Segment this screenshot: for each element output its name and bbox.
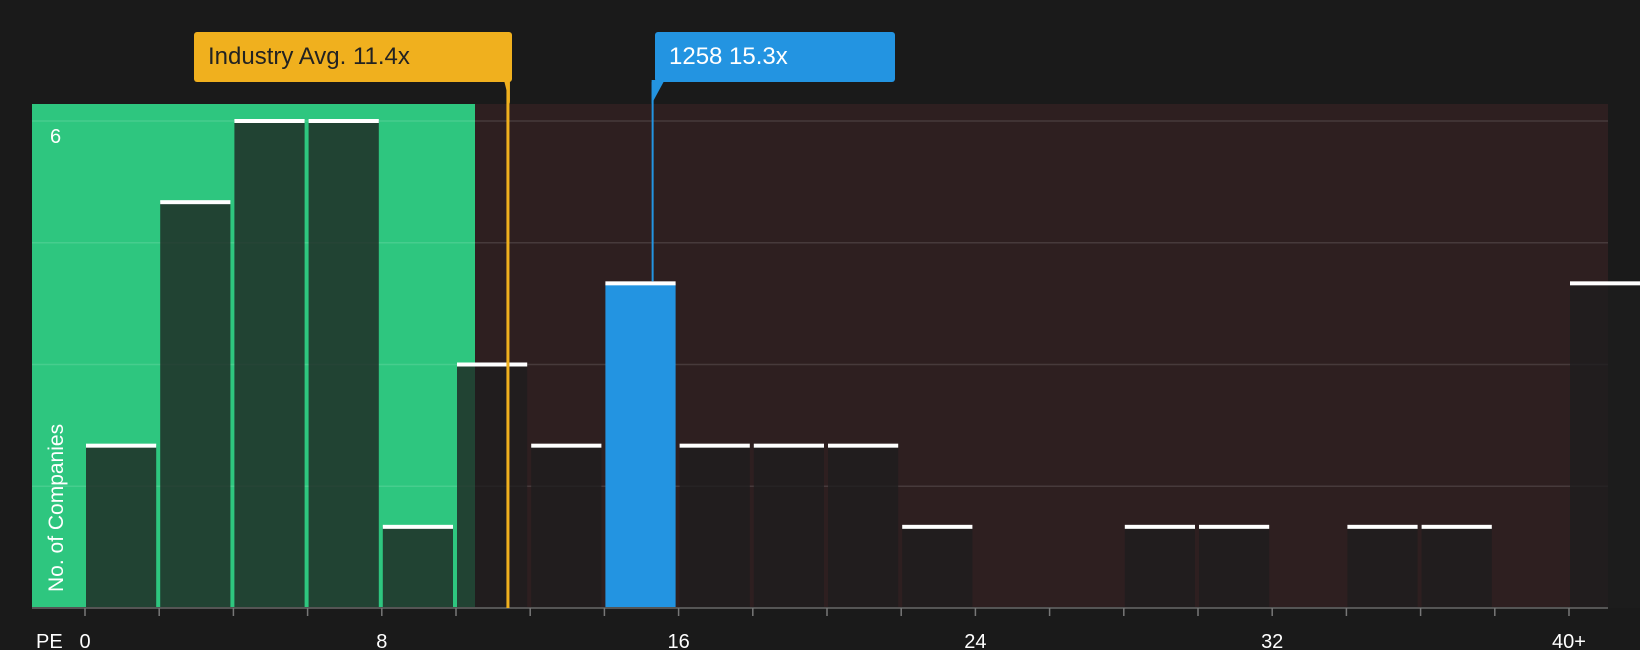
histogram-bar — [457, 364, 528, 608]
histogram-bar — [828, 445, 899, 608]
histogram-bar-cap — [1421, 524, 1492, 529]
industry-average-callout: Industry Avg. 11.4x — [194, 32, 512, 82]
histogram-bar — [1421, 526, 1492, 608]
x-tick-label: 0 — [79, 631, 90, 650]
y-axis-label: No. of Companies — [45, 424, 68, 592]
company-pe-callout: 1258 15.3x — [655, 32, 895, 82]
histogram-bar-cap — [308, 119, 379, 123]
x-tick-label: 24 — [964, 631, 986, 650]
histogram-bar — [308, 121, 379, 608]
histogram-bar — [1570, 283, 1640, 608]
x-tick-label: 8 — [376, 631, 387, 650]
histogram-bar — [1199, 526, 1270, 608]
histogram-bar-cap — [86, 443, 157, 448]
histogram-bar-cap — [605, 281, 676, 286]
histogram-bar — [160, 202, 231, 608]
histogram-bar-cap — [1347, 524, 1418, 529]
histogram-bar-cap — [828, 443, 899, 448]
histogram-bar-cap — [234, 119, 305, 123]
histogram-bar — [753, 445, 824, 608]
histogram-bar-cap — [531, 443, 602, 448]
histogram-bar — [531, 445, 602, 608]
histogram-bar-cap — [753, 443, 824, 448]
y-tick-label: 6 — [50, 126, 61, 148]
histogram-bar — [86, 445, 157, 608]
histogram-bar — [234, 121, 305, 608]
company-pe-label: 1258 15.3x — [669, 43, 788, 70]
x-tick-label: 40+ — [1552, 631, 1586, 650]
x-tick-label: 32 — [1261, 631, 1283, 650]
histogram-bar-cap — [679, 443, 750, 448]
pe-distribution-chart: 0 8 16 24 32 40+ PE 6 No. of Companies Industry … — [0, 0, 1640, 650]
x-axis-label: PE — [36, 631, 63, 650]
histogram-bar-cap — [1570, 281, 1640, 286]
histogram-bar — [902, 526, 973, 608]
histogram-bar — [605, 283, 676, 608]
histogram-bar-cap — [902, 524, 973, 529]
histogram-bar-cap — [457, 362, 528, 367]
x-tick-label: 16 — [667, 631, 689, 650]
histogram-bar-cap — [160, 200, 231, 205]
histogram-bar-cap — [1199, 524, 1270, 529]
histogram-bar — [382, 526, 453, 608]
histogram-bar-cap — [382, 524, 453, 529]
histogram-bar — [1347, 526, 1418, 608]
histogram-bar-cap — [1124, 524, 1195, 529]
histogram-bar — [679, 445, 750, 608]
industry-average-label: Industry Avg. 11.4x — [208, 43, 410, 70]
chart-canvas: 0 8 16 24 32 40+ PE 6 No. of Companies — [0, 0, 1640, 650]
histogram-bar — [1124, 526, 1195, 608]
